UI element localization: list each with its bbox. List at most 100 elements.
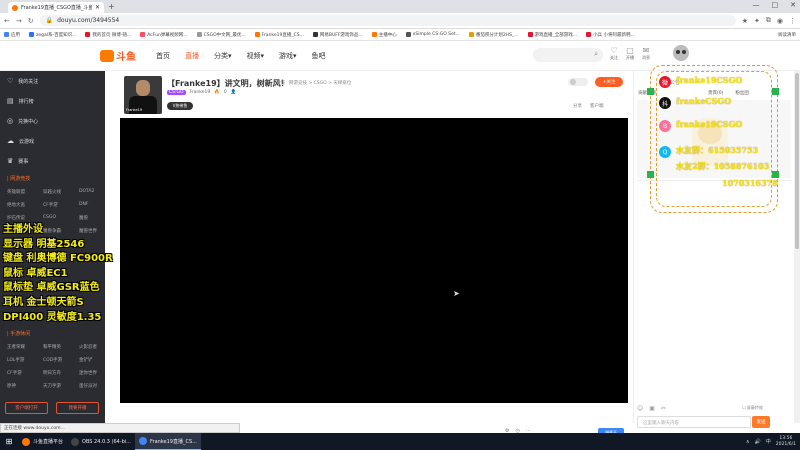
fan-badge[interactable]: V热带鱼 (167, 102, 193, 110)
bookmark-item[interactable]: Franke19直播_CS... (254, 32, 304, 38)
volume-icon[interactable]: 🔊 (755, 439, 761, 445)
nav-item[interactable]: 鱼吧 (312, 51, 326, 61)
mobile-game-link[interactable]: COD手游 (43, 357, 79, 363)
mode-toggle[interactable] (568, 78, 588, 86)
page-scrollbar[interactable] (794, 71, 800, 423)
nav-item[interactable]: 视频▾ (247, 51, 265, 61)
taskbar-app[interactable]: OBS 24.0.3 (64-bi... (67, 433, 135, 450)
bookmark-item[interactable]: AcFun弹幕视频网... (140, 32, 188, 38)
streamer-name[interactable]: Franke19 (190, 90, 211, 95)
nav-item[interactable]: 直播 (185, 51, 199, 61)
open-client-button[interactable]: 客户端打开 (5, 402, 48, 414)
reading-list[interactable]: 阅读清单 (778, 32, 796, 38)
nav-item[interactable]: 首页 (156, 51, 170, 61)
sidebar-item[interactable]: ☁ 云游戏 (7, 137, 34, 145)
send-button[interactable]: 发送 (752, 416, 770, 428)
extension-icon[interactable]: ✦ (754, 17, 760, 25)
bookmark-item[interactable]: 小兵 小将阿最新韩... (586, 32, 635, 38)
close-tab-icon[interactable]: ✕ (95, 4, 100, 11)
follow-button[interactable]: +关注 (595, 77, 623, 87)
back-icon[interactable]: ← (4, 17, 10, 25)
game-badge[interactable]: CS:GO (167, 90, 186, 95)
url-input[interactable]: 🔒 douyu.com/3494554 (39, 15, 736, 26)
sidebar-item[interactable]: ◎ 兑换中心 (7, 117, 38, 125)
game-link[interactable]: 炉石传说 (7, 215, 43, 221)
bookmark-item[interactable]: 网易BUFF游戏饰品... (312, 32, 363, 38)
game-link[interactable]: 绝地大逃 (7, 202, 43, 208)
game-link[interactable]: CSGO (43, 215, 79, 221)
menu-icon[interactable]: ⋮ (789, 17, 796, 25)
mobile-game-link[interactable]: 原神 (7, 383, 43, 389)
share-link[interactable]: 分享 (573, 103, 582, 109)
mobile-game-link[interactable]: 王者荣耀 (7, 344, 43, 350)
sidebar-item-label: 排行榜 (18, 98, 34, 105)
game-link[interactable]: 穿越火线 (43, 189, 79, 195)
bookmark-item[interactable]: 应用 (4, 32, 20, 38)
scrollbar-thumb[interactable] (795, 73, 799, 249)
star-icon[interactable]: ★ (742, 17, 748, 25)
report-link[interactable]: 举报 (276, 80, 285, 86)
search-input[interactable]: ⌕ (533, 48, 603, 62)
header-icon-group[interactable]: ▢ 开播 (626, 46, 634, 61)
bookmark-item[interactable]: zegal系-百度知识... (29, 32, 76, 38)
game-link[interactable]: 魔兽 (79, 215, 107, 221)
mobile-game-link[interactable]: 蛋仔派对 (79, 383, 107, 389)
video-player[interactable] (120, 118, 628, 403)
mobile-game-link[interactable]: LOL手游 (7, 357, 43, 363)
mobile-game-link[interactable]: 金铲铲 (79, 357, 107, 363)
bookmark-item[interactable]: CSGO中文网_最优... (196, 32, 246, 38)
game-link[interactable]: 英雄联盟 (7, 189, 43, 195)
bookmark-item[interactable]: 游戏直播_全部游戏... (527, 32, 577, 38)
nav-item[interactable]: 游戏▾ (279, 51, 297, 61)
game-link[interactable]: DOTA2 (79, 189, 107, 195)
bookmark-item[interactable]: xSimple CS:GO Set... (405, 32, 460, 37)
game-link[interactable]: DNF (79, 202, 107, 208)
overlay-line: 鼠标垫 卓威GSR蓝色 (3, 282, 100, 294)
mobile-game-link[interactable]: 天刀手游 (43, 383, 79, 389)
new-tab-button[interactable]: + (108, 2, 115, 11)
sidebar-item[interactable]: ▤ 排行榜 (7, 97, 34, 105)
header-icon-group[interactable]: ♡ 关注 (610, 46, 618, 61)
sidebar-item[interactable]: ♛ 赛事 (7, 157, 28, 165)
chat-input[interactable]: 这里输入聊天内容 (637, 416, 751, 428)
start-broadcast-button[interactable]: 我要开播 (56, 402, 99, 414)
image-icon[interactable]: ▣ (649, 405, 655, 412)
maximize-button[interactable]: □ (772, 1, 779, 9)
tray-expand-icon[interactable]: ∧ (746, 439, 750, 445)
mobile-game-link[interactable]: 和平精英 (43, 344, 79, 350)
taskbar-app[interactable]: Franke19直播_CS... (135, 433, 201, 450)
frame-corner (772, 88, 779, 95)
ime-indicator[interactable]: 中 (766, 438, 771, 445)
client-link[interactable]: 客户端 (590, 103, 604, 109)
nav-item[interactable]: 分类▾ (214, 51, 232, 61)
streamer-avatar[interactable]: Franke19 (124, 76, 162, 114)
category-breadcrumb[interactable]: 网游竞技 > CSGO > 天梯排位 (289, 80, 351, 86)
minimize-button[interactable]: — (753, 1, 760, 9)
emoji-icon[interactable]: ☺ (637, 405, 643, 412)
profile-icon[interactable]: ◉ (777, 17, 783, 25)
header-icon-group[interactable]: ✉ 消息 (642, 46, 650, 61)
start-button[interactable]: ⊞ (0, 433, 18, 450)
room-tags: 举报 网游竞技 > CSGO > 天梯排位 (276, 80, 351, 86)
bookmark-item[interactable]: 我的首页 微博-随... (85, 32, 131, 38)
game-link[interactable]: CF手游 (43, 202, 79, 208)
browser-tab[interactable]: Franke19直播_CSGO直播_斗鱼 ✕ (8, 2, 104, 13)
sidebar-item[interactable]: ♡ 我的关注 (7, 77, 38, 85)
bookmark-item[interactable]: 主播中心 (371, 32, 397, 38)
douyu-logo[interactable]: 斗鱼 (100, 48, 136, 63)
bookmark-item[interactable]: 番茄积分计划2HS_... (468, 32, 519, 38)
puzzle-icon[interactable]: ⧉ (766, 16, 771, 25)
mobile-game-link[interactable]: 火影忍者 (79, 344, 107, 350)
taskbar-app[interactable]: 斗鱼直播平台 (18, 433, 67, 450)
mobile-game-link[interactable]: 迷你世界 (79, 370, 107, 376)
forward-icon[interactable]: → (16, 17, 22, 25)
frame-corner (647, 171, 654, 178)
block-effects-checkbox[interactable]: ☐ 屏蔽特效 (742, 405, 763, 411)
clock[interactable]: 13:56 2021/6/1 (776, 436, 796, 448)
mobile-game-link[interactable]: CF手游 (7, 370, 43, 376)
close-window-button[interactable]: ✕ (790, 1, 796, 9)
reload-icon[interactable]: ↻ (28, 17, 34, 25)
mobile-game-link[interactable]: 明日方舟 (43, 370, 79, 376)
scissors-icon[interactable]: ✂ (661, 405, 666, 412)
search-icon[interactable]: ⌕ (594, 50, 598, 59)
